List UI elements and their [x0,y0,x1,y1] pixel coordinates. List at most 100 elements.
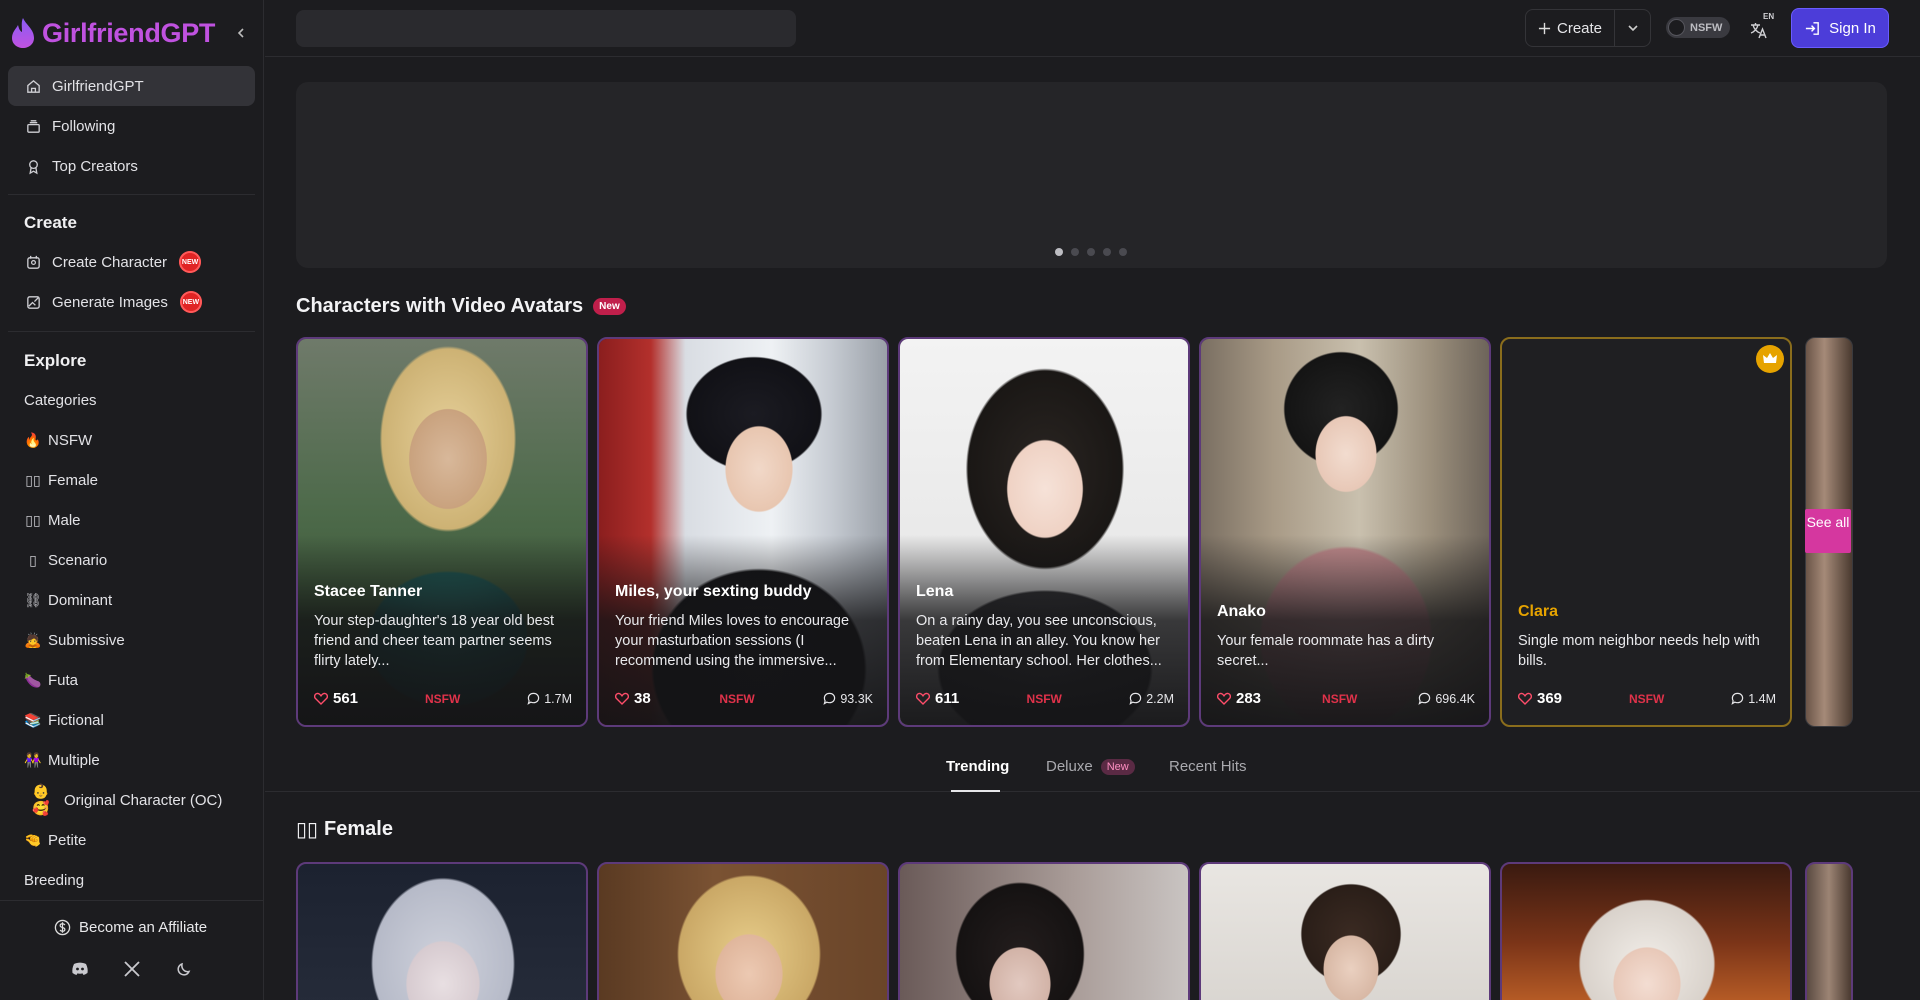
discord-icon[interactable] [70,959,90,979]
sidebar-footer: Become an Affiliate [0,900,264,1000]
new-badge: NEW [179,251,202,273]
sidebar-divider [8,331,255,332]
like-count-value: 283 [1236,690,1262,707]
affiliate-link[interactable]: Become an Affiliate [54,919,207,936]
explore-item-scenario[interactable]: ▯ Scenario [8,540,255,580]
pinch-icon: 🤏 [24,831,42,848]
chevron-left-icon [237,28,244,38]
character-card[interactable] [898,862,1190,1000]
character-card[interactable] [597,862,889,1000]
tab-trending[interactable]: Trending [946,758,1009,775]
like-count[interactable]: 283 [1217,690,1261,707]
chat-count-value: 1.4M [1748,691,1776,706]
fire-icon: 🔥 [24,431,42,448]
like-count-value: 38 [634,690,651,707]
language-button[interactable]: EN [1749,12,1779,42]
chat-count: 1.7M [527,692,572,706]
like-count[interactable]: 561 [314,690,358,707]
carousel-dot[interactable] [1055,248,1063,256]
home-icon [27,79,40,93]
character-name: Stacee Tanner [314,583,423,600]
collapse-sidebar-button[interactable] [230,22,252,44]
carousel-dot[interactable] [1103,248,1111,256]
create-button[interactable]: Create [1526,10,1614,46]
explore-item-breeding[interactable]: Breeding [8,860,255,900]
character-card[interactable] [296,862,588,1000]
chat-bubble-icon [527,692,540,705]
new-badge: New [593,298,626,315]
carousel-dot[interactable] [1119,248,1127,256]
heart-icon [916,692,930,705]
explore-item-label: Categories [24,391,97,409]
plus-icon [1538,22,1551,34]
explore-item-dominant[interactable]: ⛓ Dominant [8,580,255,620]
tab-label: Trending [946,758,1010,775]
chat-count: 1.4M [1731,692,1776,706]
create-section-title: Create [24,213,77,232]
explore-item-label: Submissive [48,631,125,649]
search-input[interactable] [296,10,796,47]
explore-item-categories[interactable]: Categories [8,380,255,420]
next-card-peek[interactable] [1805,862,1853,1000]
nsfw-toggle-label: NSFW [1690,21,1723,34]
nav-item-label: Create Character [52,253,168,271]
crown-icon [1763,353,1777,363]
explore-item-multiple[interactable]: 👭 Multiple [8,740,255,780]
moon-icon[interactable] [174,959,194,979]
sign-in-button[interactable]: Sign In [1791,8,1889,48]
character-card[interactable] [1500,862,1792,1000]
nsfw-tag: NSFW [1628,691,1665,706]
explore-item-female[interactable]: ▯▯ Female [8,460,255,500]
explore-nav: Categories 🔥 NSFW ▯▯ Female ▯▯ Male ▯ Scenar… [8,380,255,900]
tab-recent-hits[interactable]: Recent Hits [1169,758,1247,775]
character-card[interactable]: Stacee Tanner Your step-daughter's 18 ye… [296,337,588,727]
explore-item-male[interactable]: ▯▯ Male [8,500,255,540]
nav-item-home[interactable]: GirlfriendGPT [8,66,255,106]
tab-label: Recent Hits [1169,758,1247,775]
card-stats: 561 NSFW 1.7M [314,690,572,707]
explore-item-label: Male [48,511,81,529]
carousel-dot[interactable] [1071,248,1079,256]
character-card[interactable]: Anako Your female roommate has a dirty s… [1199,337,1491,727]
card-stats: 611 NSFW 2.2M [916,690,1174,707]
like-count[interactable]: 611 [916,690,959,707]
character-description: Your female roommate has a dirty secret.… [1217,633,1435,669]
explore-item-nsfw[interactable]: 🔥 NSFW [8,420,255,460]
explore-item-fictional[interactable]: 📚 Fictional [8,700,255,740]
nav-item-create-character[interactable]: Create Character NEW [8,242,255,282]
heart-icon [615,692,629,705]
chat-count-value: 93.3K [840,691,873,706]
like-count[interactable]: 38 [615,690,651,707]
hero-carousel[interactable] [296,82,1887,268]
character-card[interactable]: Lena On a rainy day, you see unconscious… [898,337,1190,727]
section-title: Characters with Video Avatars [296,295,584,317]
like-count[interactable]: 369 [1518,690,1562,707]
nav-item-label: Following [52,117,116,135]
nsfw-toggle[interactable]: NSFW [1666,17,1730,38]
carousel-dot[interactable] [1087,248,1095,256]
create-menu-toggle[interactable] [1614,10,1650,46]
see-all-button[interactable]: See all [1805,509,1851,553]
x-twitter-icon[interactable] [122,959,142,979]
new-badge: NEW [179,291,202,313]
character-card[interactable] [1199,862,1491,1000]
chat-count: 696.4K [1418,692,1475,706]
image-edit-icon [27,295,40,309]
explore-item-futa[interactable]: 🍆 Futa [8,660,255,700]
nav-item-top-creators[interactable]: Top Creators [8,146,255,186]
nav-item-following[interactable]: Following [8,106,255,146]
character-name: Anako [1217,603,1266,620]
explore-item-oc[interactable]: 👶🥰 Original Character (OC) [8,780,255,820]
explore-item-label: Futa [48,671,79,689]
nav-item-generate-images[interactable]: Generate Images NEW [8,282,255,322]
brand-logo-link[interactable]: GirlfriendGPT [10,14,215,52]
like-count-value: 561 [333,690,359,707]
tab-deluxe[interactable]: Deluxe New [1046,758,1135,775]
character-card[interactable]: Miles, your sexting buddy Your friend Mi… [597,337,889,727]
heart-icon [1518,692,1532,705]
character-card-premium[interactable]: Clara Single mom neighbor needs help wit… [1500,337,1792,727]
explore-item-submissive[interactable]: 🙇 Submissive [8,620,255,660]
character-description: Your step-daughter's 18 year old best fr… [314,613,555,669]
explore-item-petite[interactable]: 🤏 Petite [8,820,255,860]
main-nav: GirlfriendGPT Following Top Creators [8,66,255,186]
